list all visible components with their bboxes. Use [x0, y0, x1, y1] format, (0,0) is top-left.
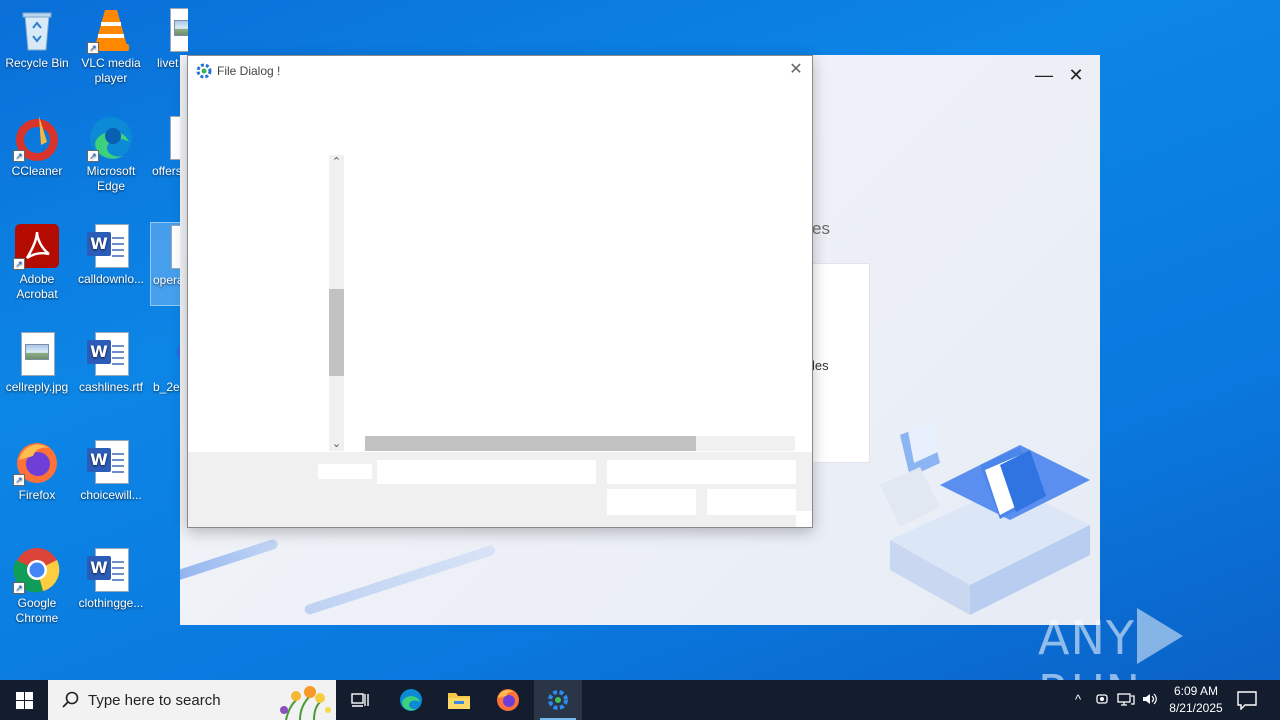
network-icon[interactable]	[1117, 691, 1135, 709]
close-button[interactable]: ✕	[1061, 63, 1091, 87]
clock-date: 8/21/2025	[1169, 701, 1223, 715]
recycle-bin-icon	[13, 6, 61, 54]
taskbar-task-view[interactable]	[336, 680, 384, 720]
dialog-title: File Dialog !	[217, 64, 281, 78]
dialog-footer	[188, 452, 812, 527]
cancel-button[interactable]	[707, 489, 796, 515]
desktop-icon-adobe-acrobat[interactable]: ↗ Adobe Acrobat	[0, 222, 74, 302]
horizontal-scrollbar[interactable]	[365, 436, 795, 451]
tray-overflow-chevron-icon[interactable]: ^	[1069, 691, 1087, 709]
scroll-down-button[interactable]: ⌄	[329, 437, 344, 451]
watermark-text-left: ANY	[1038, 611, 1135, 665]
edge-icon: ↗	[87, 114, 135, 162]
word-doc-icon: W	[87, 222, 135, 270]
shortcut-arrow-icon: ↗	[13, 474, 25, 486]
shortcut-arrow-icon: ↗	[13, 150, 25, 162]
desktop-icon-ccleaner[interactable]: ↗ CCleaner	[0, 114, 74, 179]
resize-grip[interactable]	[796, 511, 812, 527]
desktop-icon-calldownlo[interactable]: W calldownlo...	[74, 222, 148, 287]
search-highlight-flowers-icon	[256, 680, 336, 720]
desktop-icon-label: calldownlo...	[77, 272, 145, 286]
dialog-close-button[interactable]: ✕	[784, 58, 808, 82]
gear-app-icon	[196, 63, 212, 79]
partial-heading-text: es	[812, 219, 830, 238]
start-button[interactable]	[0, 680, 48, 720]
taskbar-gear-app[interactable]	[534, 680, 582, 720]
file-name-input[interactable]	[377, 460, 596, 484]
file-dialog[interactable]: File Dialog ! ✕ ⌃ ⌄	[187, 55, 813, 528]
desktop-icon-recycle-bin[interactable]: Recycle Bin	[0, 6, 74, 71]
firefox-icon	[497, 689, 519, 711]
taskbar-firefox[interactable]	[484, 680, 532, 720]
desktop-icon-label: cellreply.jpg	[5, 380, 69, 394]
taskbar-edge[interactable]	[387, 680, 435, 720]
image-file-icon	[162, 6, 188, 54]
desktop-icon-firefox[interactable]: ↗ Firefox	[0, 438, 74, 503]
task-view-icon	[351, 693, 369, 707]
desktop-icon-label: cashlines.rtf	[78, 380, 144, 394]
gear-app-icon	[548, 690, 568, 710]
word-doc-icon: W	[87, 438, 135, 486]
desktop-icon-label: Recycle Bin	[5, 56, 69, 70]
ccleaner-icon: ↗	[13, 114, 61, 162]
folder-illustration	[880, 421, 1090, 615]
taskbar: Type here to search ^ 6:09 AM 8/21/2025	[0, 680, 1280, 720]
taskbar-search-box[interactable]: Type here to search	[48, 680, 336, 720]
search-icon	[62, 691, 80, 709]
shortcut-arrow-icon: ↗	[87, 150, 99, 162]
desktop-icon-label: CCleaner	[11, 164, 63, 178]
image-file-icon	[13, 330, 61, 378]
desktop-icon-microsoft-edge[interactable]: ↗ Microsoft Edge	[74, 114, 148, 194]
volume-icon[interactable]	[1141, 691, 1159, 709]
file-name-label-box	[318, 464, 372, 479]
desktop-icon-google-chrome[interactable]: ↗ Google Chrome	[0, 546, 74, 626]
desktop-icon-label: Microsoft Edge	[86, 164, 136, 193]
desktop-icon-label: VLC media player	[81, 56, 141, 85]
vlc-icon: ↗	[87, 6, 135, 54]
search-placeholder: Type here to search	[88, 692, 221, 709]
tray-meet-now-icon[interactable]	[1094, 691, 1112, 709]
scroll-up-button[interactable]: ⌃	[329, 155, 344, 169]
desktop-icon-clothingge[interactable]: W clothingge...	[74, 546, 148, 611]
horizontal-scroll-thumb[interactable]	[365, 436, 696, 451]
dialog-titlebar[interactable]: File Dialog ! ✕	[188, 56, 812, 86]
desktop-icon-label: clothingge...	[78, 596, 144, 610]
word-doc-icon: W	[87, 546, 135, 594]
desktop-icon-choicewill[interactable]: W choicewill...	[74, 438, 148, 503]
decorative-stripe	[303, 544, 497, 616]
file-type-select[interactable]	[607, 460, 796, 484]
shortcut-arrow-icon: ↗	[13, 258, 25, 270]
minimize-button[interactable]: —	[1029, 63, 1059, 87]
desktop-icon-label: Firefox	[18, 488, 56, 502]
vertical-scrollbar[interactable]: ⌃ ⌄	[329, 155, 344, 451]
acrobat-icon: ↗	[13, 222, 61, 270]
firefox-icon: ↗	[13, 438, 61, 486]
desktop-icon-label: Adobe Acrobat	[16, 272, 58, 301]
edge-icon	[400, 689, 422, 711]
word-doc-icon: W	[87, 330, 135, 378]
open-button[interactable]	[607, 489, 696, 515]
decorative-stripe	[180, 538, 279, 582]
desktop-icon-label: Google Chrome	[15, 596, 59, 625]
clock-time: 6:09 AM	[1173, 684, 1219, 698]
shortcut-arrow-icon: ↗	[87, 42, 99, 54]
desktop-icon-label: choicewill...	[80, 488, 142, 502]
play-logo-icon	[1136, 608, 1183, 664]
shortcut-arrow-icon: ↗	[13, 582, 25, 594]
desktop-icon-cellreply[interactable]: cellreply.jpg	[0, 330, 74, 395]
vertical-scroll-thumb[interactable]	[329, 289, 344, 376]
file-explorer-icon	[448, 693, 470, 709]
system-clock[interactable]: 6:09 AM 8/21/2025	[1160, 683, 1232, 717]
desktop-icon-vlc[interactable]: ↗ VLC media player	[74, 6, 148, 86]
desktop-icon-cashlines[interactable]: W cashlines.rtf	[74, 330, 148, 395]
taskbar-file-explorer[interactable]	[435, 680, 483, 720]
notification-center-icon[interactable]	[1236, 690, 1258, 711]
chrome-icon: ↗	[13, 546, 61, 594]
